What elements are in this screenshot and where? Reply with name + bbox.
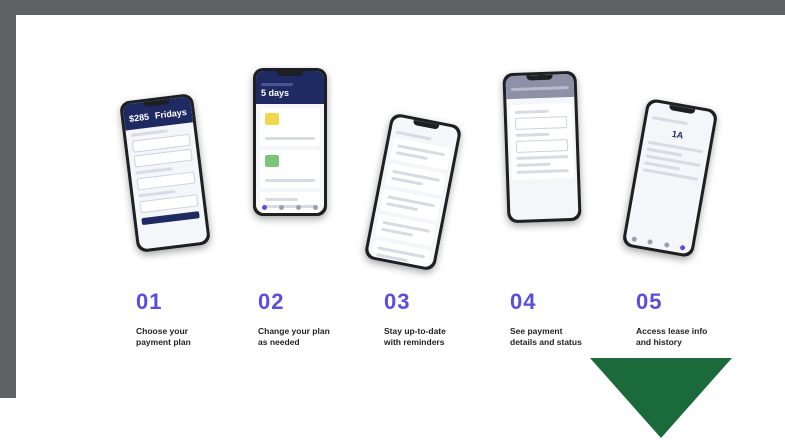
- phone-screen: [367, 116, 459, 268]
- option-box: [136, 171, 196, 191]
- step-label: Stay up-to-date with reminders: [384, 326, 446, 347]
- phone-screen: [505, 73, 579, 221]
- step-number: 04: [510, 289, 537, 314]
- payment-amount: $285: [128, 111, 150, 124]
- phone-reminders: [363, 112, 463, 272]
- step-number: 01: [136, 289, 163, 314]
- option-box: [139, 194, 199, 214]
- payment-details-card: [509, 102, 575, 181]
- tab-icon: [313, 205, 318, 210]
- phone-lease-info: 1A: [621, 97, 719, 259]
- payment-day: Fridays: [154, 106, 188, 121]
- text-line: [265, 137, 315, 140]
- frame-bottom-corner: [0, 390, 16, 398]
- tab-icon: [631, 236, 637, 243]
- step-label: See payment details and status: [510, 326, 582, 347]
- tab-icon: [663, 242, 670, 248]
- step-number: 05: [636, 289, 663, 314]
- phone-notch: [277, 71, 303, 76]
- phone-notch: [526, 74, 553, 81]
- text-line: [135, 167, 174, 175]
- text-line: [138, 189, 176, 198]
- step-02: 02 Change your plan as needed: [258, 290, 368, 348]
- plan-card: [260, 150, 320, 188]
- tab-bar: [256, 205, 324, 210]
- step-label: Choose your payment plan: [136, 326, 191, 347]
- down-triangle-icon: [590, 358, 732, 438]
- phone-payment-details: [502, 70, 582, 224]
- step-label: Change your plan as needed: [258, 326, 330, 347]
- plan-card: [260, 108, 320, 146]
- text-line: [130, 129, 169, 137]
- phone-payment-plan: $285 Fridays: [119, 93, 211, 253]
- step-01: 01 Choose your payment plan: [136, 290, 246, 348]
- text-line: [265, 198, 298, 201]
- step-03: 03 Stay up-to-date with reminders: [384, 290, 494, 348]
- illustration-icon: [265, 113, 279, 125]
- tab-bar: [626, 235, 692, 251]
- tab-icon: [679, 244, 686, 251]
- step-04: 04 See payment details and status: [510, 290, 620, 348]
- text-line: [261, 83, 293, 86]
- step-label: Access lease info and history: [636, 326, 708, 347]
- text-line: [265, 179, 315, 182]
- tab-icon: [279, 205, 284, 210]
- tab-icon: [296, 205, 301, 210]
- home-tab-icon: [262, 205, 267, 210]
- continue-button-graphic: [141, 211, 200, 226]
- step-05: 05 Access lease info and history: [636, 290, 746, 348]
- phone-screen: 5 days: [256, 71, 324, 213]
- step-number: 02: [258, 289, 285, 314]
- phone-screen: 1A: [624, 101, 716, 255]
- tab-icon: [647, 239, 654, 245]
- phone-change-plan: 5 days: [253, 68, 327, 216]
- days-count: 5 days: [261, 88, 290, 98]
- phone-mockups: $285 Fridays 5 days 1A: [0, 0, 785, 280]
- step-number: 03: [384, 289, 411, 314]
- illustration-icon: [265, 155, 279, 167]
- phone-screen: $285 Fridays: [122, 96, 208, 250]
